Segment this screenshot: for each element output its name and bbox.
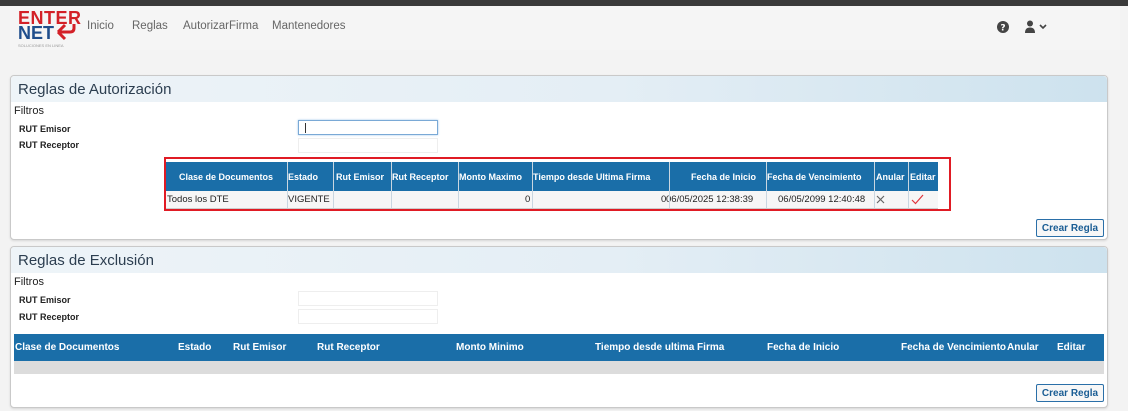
- exclusion-grid-body: [14, 361, 1104, 374]
- enternet-logo[interactable]: ENTER NET SOLUCIONES EN LINEA: [18, 9, 90, 48]
- filtros-label: Filtros: [14, 105, 44, 117]
- navbar: ENTER NET SOLUCIONES EN LINEA Inicio Reg…: [10, 6, 1120, 50]
- nav-reglas[interactable]: Reglas: [132, 20, 168, 32]
- col-clase[interactable]: Clase de Documentos: [15, 342, 119, 353]
- chevron-down-icon: [1039, 24, 1047, 30]
- rut-receptor-input[interactable]: [298, 138, 438, 153]
- rut-emisor-label: RUT Emisor: [19, 124, 71, 134]
- logo-text-bottom: NET: [18, 23, 54, 43]
- col-fecha-vencimiento[interactable]: Fecha de Vencimiento: [901, 342, 1006, 353]
- col-tiempo[interactable]: Tiempo desde ultima Firma: [595, 342, 724, 353]
- autorizacion-title: Reglas de Autorización: [18, 81, 172, 98]
- svg-text:?: ?: [1000, 24, 1005, 34]
- col-anular[interactable]: Anular: [1007, 342, 1039, 353]
- logo-arrow-icon: [56, 23, 76, 41]
- rut-receptor-label: RUT Receptor: [19, 140, 80, 150]
- nav-inicio[interactable]: Inicio: [87, 20, 114, 32]
- nav-mantenedores[interactable]: Mantenedores: [272, 20, 346, 32]
- col-rut-emisor[interactable]: Rut Emisor: [233, 342, 286, 353]
- panel-header: Reglas de Autorización: [11, 76, 1107, 102]
- crear-regla-exclusion-button[interactable]: Crear Regla: [1036, 384, 1104, 402]
- rut-emisor-label: RUT Emisor: [19, 295, 71, 305]
- col-estado[interactable]: Estado: [178, 342, 211, 353]
- logo-tagline: SOLUCIONES EN LINEA: [18, 43, 64, 48]
- rut-receptor-input[interactable]: [298, 309, 438, 324]
- col-fecha-inicio[interactable]: Fecha de Inicio: [767, 342, 839, 353]
- col-editar[interactable]: Editar: [1057, 342, 1085, 353]
- rut-emisor-input[interactable]: [298, 120, 438, 135]
- exclusion-panel: Reglas de Exclusión Filtros RUT Emisor R…: [10, 246, 1108, 408]
- col-rut-receptor[interactable]: Rut Receptor: [317, 342, 380, 353]
- user-icon[interactable]: [1024, 19, 1048, 35]
- nav-autorizar-firma[interactable]: AutorizarFirma: [183, 20, 258, 32]
- text-caret: [305, 123, 306, 133]
- rut-receptor-label: RUT Receptor: [19, 312, 80, 322]
- col-monto-minimo[interactable]: Monto Minimo: [456, 342, 524, 353]
- crear-regla-autorizacion-button[interactable]: Crear Regla: [1036, 219, 1104, 237]
- rut-emisor-input[interactable]: [298, 291, 438, 306]
- exclusion-grid-header: Clase de Documentos Estado Rut Emisor Ru…: [14, 334, 1104, 361]
- exclusion-title: Reglas de Exclusión: [18, 252, 154, 269]
- highlight-box: [164, 157, 951, 211]
- question-circle-icon[interactable]: ?: [996, 20, 1010, 34]
- filtros-label: Filtros: [14, 276, 44, 288]
- panel-header: Reglas de Exclusión: [11, 247, 1107, 273]
